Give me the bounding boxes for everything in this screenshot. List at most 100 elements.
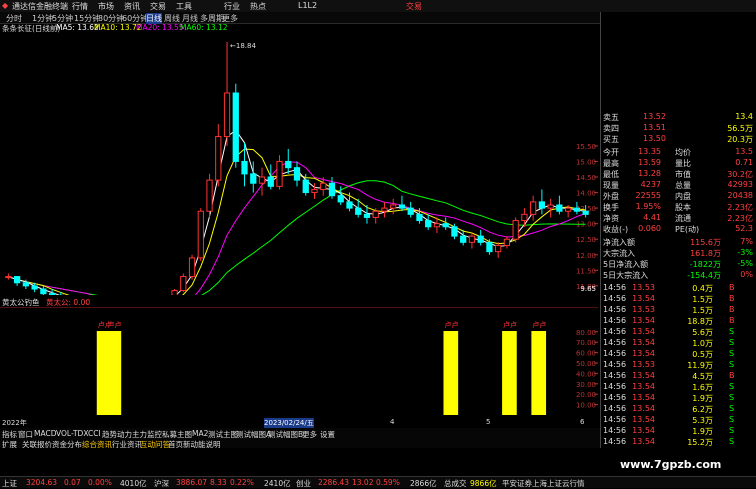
quote-cell: 14:56 [603, 437, 627, 446]
quote-cell: 14:56 [603, 360, 627, 369]
tab-extend[interactable]: 扩展 [2, 439, 17, 450]
quote-cell: 14:56 [603, 283, 627, 292]
menu-item-tools[interactable]: 工具 [176, 1, 192, 12]
tab-macd[interactable]: MACD [34, 429, 56, 438]
quote-cell: S [729, 327, 735, 336]
quote-cell: 14:56 [603, 316, 627, 325]
quote-cell: 6.2万 [692, 405, 713, 414]
quote-cell: 15.2万 [687, 438, 713, 447]
indicator-bar [443, 331, 459, 415]
quote-cell: 最低 [603, 170, 619, 179]
index-sh-amount: 4010亿 [120, 479, 147, 488]
tab-new-momentum[interactable]: 首页新动能说明 [168, 439, 221, 450]
tick-row: 14:56 13.54 1.5万 B [603, 294, 756, 304]
indicator-bar [502, 331, 517, 415]
date-label-6: 6 [580, 418, 585, 426]
chart-background [0, 33, 598, 295]
quote-cell: 56.5万 [727, 124, 753, 133]
quote-cell: 13.52 [643, 112, 666, 121]
price-tick-label: 14.50 [576, 174, 596, 182]
tab-cci[interactable]: CCI [88, 429, 101, 438]
candlestick-chart[interactable]: 15.5015.0014.5014.0013.5013.0012.5012.00… [0, 33, 598, 295]
tab-qa[interactable]: 互动问答 [140, 439, 170, 450]
tick-row: 14:56 13.53 11.9万 S [603, 360, 756, 370]
tick-row: 14:56 13.54 15.2万 S [603, 437, 756, 447]
index-cy-amount: 2866亿 [410, 479, 437, 488]
menu-item-hot[interactable]: 热点 [250, 1, 266, 12]
quote-cell: B [729, 283, 735, 292]
quote-cell: 14:56 [603, 404, 627, 413]
index-sh-label[interactable]: 上证 [2, 478, 17, 489]
quote-cell: 13.54 [632, 415, 655, 424]
quote-cell: 净资 [603, 214, 619, 223]
quote-cell: S [729, 338, 735, 347]
quote-panel: 卖五 13.52 13.4 卖四 13.51 56.5万 买五 13.50 20.3万 今开 13.… [600, 12, 756, 448]
quote-cell: 30.2亿 [727, 170, 753, 179]
quote-cell: 13.54 [632, 371, 655, 380]
quote-cell: 13.5 [735, 147, 753, 156]
quote-cell: PE(动) [675, 225, 700, 234]
quote-cell: 0.4万 [692, 284, 713, 293]
candle [512, 217, 519, 243]
tick-row: 14:56 13.54 4.5万 B [603, 371, 756, 381]
menu-item-trade[interactable]: 交易 [150, 1, 166, 12]
quote-cell: 13.28 [638, 169, 661, 178]
index-hs-percent: 0.22% [230, 478, 254, 487]
quote-cell: 内盘 [675, 192, 691, 201]
quote-cell: 收益(-) [603, 225, 629, 234]
tab-comprehensive-news[interactable]: 综合资讯 [82, 439, 112, 450]
quote-cell: S [729, 393, 735, 402]
menu-item-l1l2[interactable]: L1L2 [298, 1, 317, 10]
watermark-text: www.7gpzb.com [620, 458, 722, 471]
quote-cell: 0% [740, 270, 753, 279]
candle [206, 173, 213, 218]
quote-cell: 14:56 [603, 327, 627, 336]
quote-cell: 1.95% [635, 202, 661, 211]
menu-item-trade-right[interactable]: 交易 [406, 1, 422, 12]
index-cy-percent: 0.59% [376, 478, 400, 487]
indicator-chart[interactable]: 80.00 70.00 60.00 50.00 40.00 30.00 20.00 10.00… [0, 307, 598, 417]
quote-cell: 买五 [603, 135, 619, 144]
quote-cell: 14:56 [603, 294, 627, 303]
indicator-tick-label: 50.00 [576, 360, 596, 368]
tab-ma2[interactable]: MA2 [192, 429, 208, 438]
menu-item-news[interactable]: 资讯 [124, 1, 140, 12]
indicator-tick-label: 20.00 [576, 391, 596, 399]
tab-fund-distribution[interactable]: 资金分布 [52, 439, 82, 450]
quote-cell: -1822万 [689, 260, 721, 269]
candle [180, 273, 187, 293]
quote-cell: 5日净流入额 [603, 260, 649, 269]
quote-cell: 现量 [603, 181, 619, 190]
quote-cell: 大宗流入 [603, 249, 635, 258]
quote-cell: S [729, 360, 735, 369]
quote-cell: 18.8万 [687, 317, 713, 326]
tab-vol-tdx[interactable]: VOL-TDX [56, 429, 88, 438]
tick-row: 14:56 13.54 5.3万 S [603, 415, 756, 425]
menu-item-market[interactable]: 行情 [72, 1, 88, 12]
quote-cell: 1.6万 [692, 383, 713, 392]
tick-row: 14:56 13.54 18.8万 B [603, 316, 756, 326]
quote-cell: 1.5万 [692, 306, 713, 315]
stats-row: 外盘 22555 内盘 20438 [603, 191, 756, 201]
ma-info-bar: 条条长征(日线前) MA5: 13.62 MA10: 13.72 MA20: 1… [0, 23, 598, 33]
ma5-value: MA5: 13.62 [56, 23, 99, 32]
price-tick-label: 12.00 [576, 252, 596, 260]
quote-cell: 14:56 [603, 426, 627, 435]
indicator-tick-label: 80.00 [576, 329, 596, 337]
indicator-tick-label: 70.00 [576, 339, 596, 347]
price-tick-label: 14.00 [576, 190, 596, 198]
quote-cell: 0.5万 [692, 350, 713, 359]
index-hs-label[interactable]: 沪深 [154, 478, 169, 489]
quote-cell: 均价 [675, 148, 691, 157]
date-label-4: 4 [390, 418, 395, 426]
quote-cell: 14:56 [603, 415, 627, 424]
index-cy-label[interactable]: 创业 [296, 478, 311, 489]
menu-item-market2[interactable]: 市场 [98, 1, 114, 12]
quote-cell: 13.54 [632, 316, 655, 325]
quote-cell: 13.54 [632, 327, 655, 336]
menu-item-industry[interactable]: 行业 [224, 1, 240, 12]
quote-cell: 4237 [640, 180, 661, 189]
tab-related-quote[interactable]: 关联报价 [22, 439, 52, 450]
quote-cell: 14:56 [603, 349, 627, 358]
tab-industry-news[interactable]: 行业资讯 [112, 439, 142, 450]
